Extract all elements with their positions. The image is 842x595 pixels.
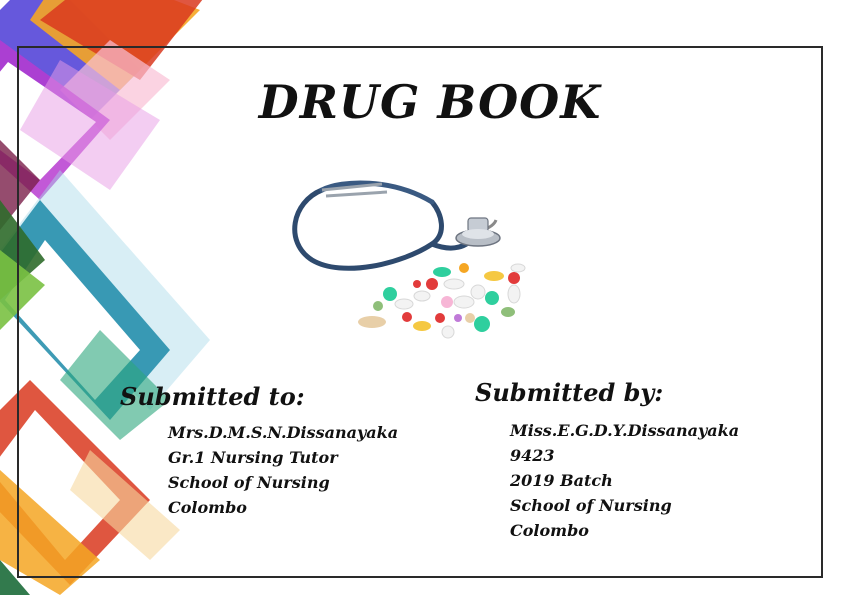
submitted-to-details: Mrs.D.M.S.N.Dissanayaka Gr.1 Nursing Tut… bbox=[168, 420, 398, 520]
student-name: Miss.E.G.D.Y.Dissanayaka bbox=[510, 421, 740, 440]
stethoscope-and-pills-icon bbox=[292, 180, 526, 339]
submitted-to-section: Submitted to: bbox=[120, 382, 305, 412]
student-batch: 2019 Batch bbox=[510, 471, 613, 490]
tutor-designation: Gr.1 Nursing Tutor bbox=[168, 448, 338, 467]
tutor-name: Mrs.D.M.S.N.Dissanayaka bbox=[168, 423, 399, 442]
submitted-by-heading: Submitted by: bbox=[475, 378, 664, 407]
student-city: Colombo bbox=[510, 521, 589, 540]
student-school: School of Nursing bbox=[510, 496, 672, 515]
student-index: 9423 bbox=[510, 446, 555, 465]
submitted-to-heading: Submitted to: bbox=[120, 382, 305, 411]
document-title: DRUG BOOK bbox=[258, 75, 602, 129]
pills-group bbox=[358, 263, 526, 339]
submitted-by-section: Submitted by: bbox=[475, 378, 663, 408]
tutor-school: School of Nursing bbox=[168, 473, 330, 492]
tutor-city: Colombo bbox=[168, 498, 247, 517]
submitted-by-details: Miss.E.G.D.Y.Dissanayaka 9423 2019 Batch… bbox=[510, 418, 739, 543]
